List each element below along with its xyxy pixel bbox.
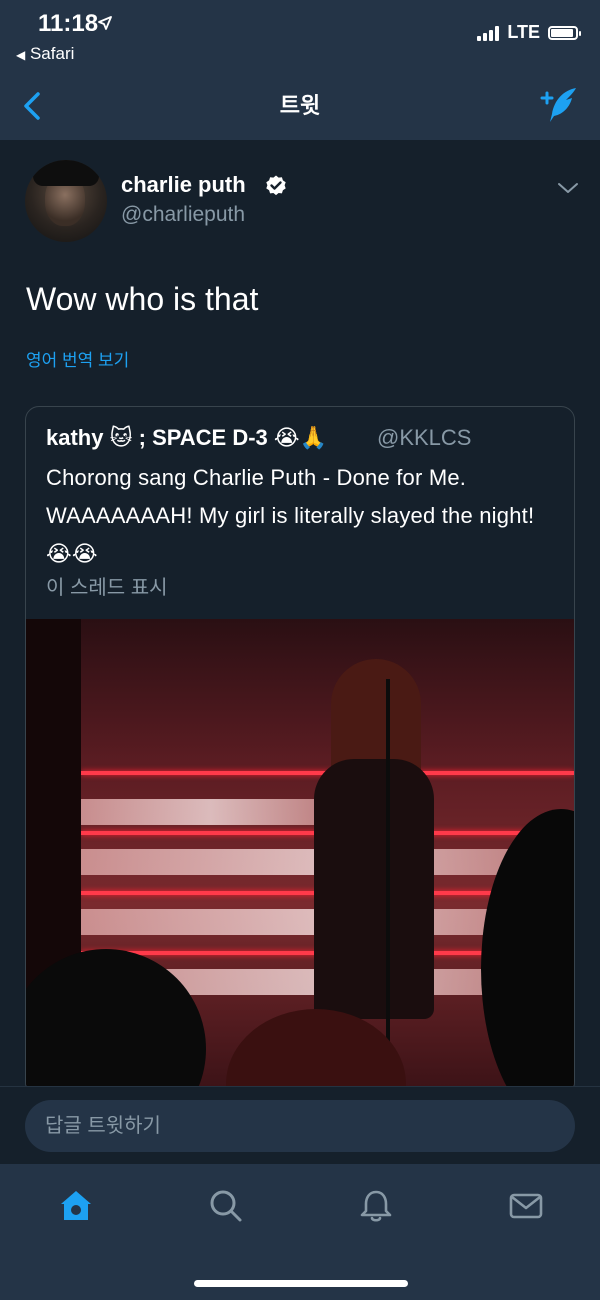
quoted-author: kathy 🐱 ; SPACE D-3 😭🙏: [46, 425, 328, 450]
quoted-tweet-card[interactable]: kathy 🐱 ; SPACE D-3 😭🙏 @KKLCS Chorong sa…: [25, 406, 575, 1096]
reply-input[interactable]: [25, 1100, 575, 1152]
quoted-text: Chorong sang Charlie Puth - Done for Me.…: [46, 465, 535, 566]
stage-stripe: [81, 799, 341, 825]
page-title: 트윗: [279, 93, 321, 118]
singer-body: [314, 759, 434, 1019]
video-media[interactable]: [26, 619, 574, 1095]
battery-icon: [548, 25, 581, 40]
notifications-icon[interactable]: [358, 1188, 394, 1224]
home-icon[interactable]: [58, 1188, 94, 1224]
battery-fill: [551, 28, 573, 37]
search-icon[interactable]: [208, 1188, 244, 1224]
home-indicator[interactable]: [194, 1280, 408, 1287]
verified-badge-icon: [266, 175, 286, 196]
back-triangle-icon: ◀: [16, 48, 26, 62]
back-to-app-link[interactable]: ◀ Safari: [16, 44, 74, 64]
crowd-silhouette: [226, 1009, 406, 1095]
back-app-label: Safari: [29, 44, 75, 63]
messages-icon[interactable]: [508, 1188, 544, 1224]
avatar-cap: [33, 160, 99, 186]
avatar[interactable]: [25, 160, 107, 242]
tweet-text: Wow who is that: [26, 281, 259, 317]
status-time: 11:18: [38, 10, 99, 37]
translate-link[interactable]: 영어 번역 보기: [26, 346, 129, 371]
chevron-down-icon[interactable]: [556, 180, 580, 196]
signal-icon: [477, 25, 500, 41]
mic-stand: [386, 679, 390, 1079]
author-name[interactable]: charlie puth: [121, 172, 246, 198]
author-handle[interactable]: @charlieputh: [121, 203, 245, 227]
show-thread-link[interactable]: 이 스레드 표시: [46, 571, 168, 600]
location-arrow-icon: [98, 16, 112, 30]
status-indicators: LTE: [477, 22, 581, 43]
quoted-handle: @KKLCS: [377, 425, 472, 450]
compose-tweet-button[interactable]: [538, 84, 580, 126]
network-label: LTE: [507, 22, 540, 42]
